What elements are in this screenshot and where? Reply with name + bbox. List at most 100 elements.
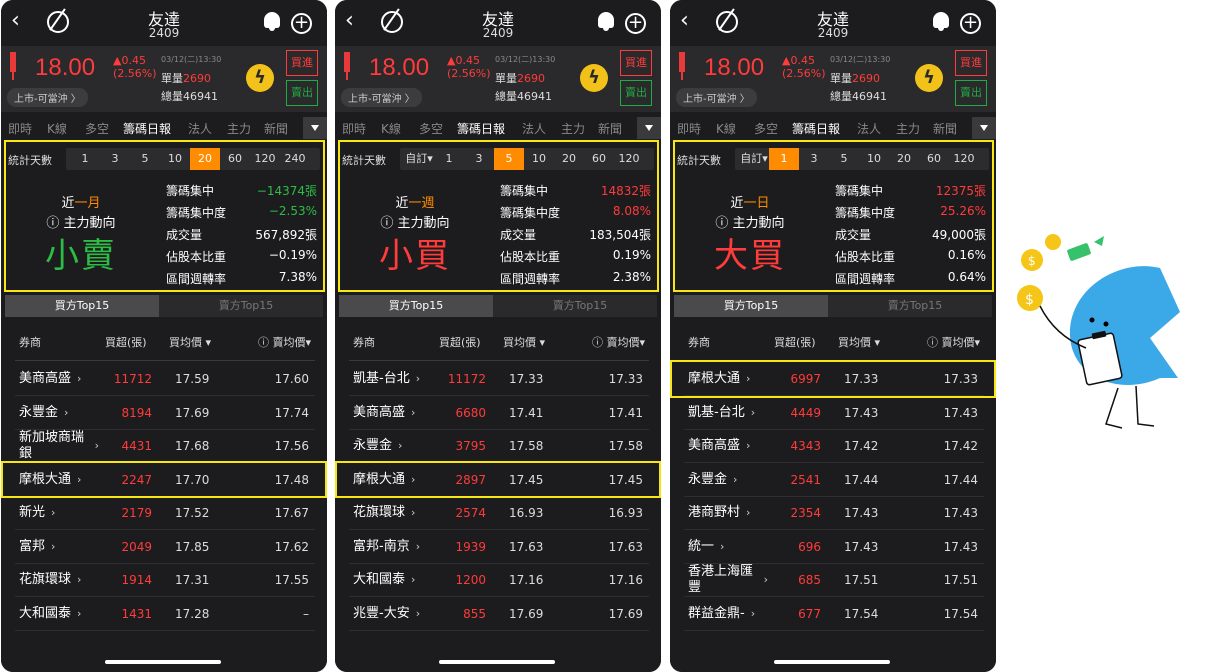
day-option[interactable]: 5 [130,148,160,170]
col-net-buy[interactable]: 買超(張) [439,334,481,350]
tab-item[interactable]: 即時 [677,120,701,137]
buy-button[interactable]: 買進 [286,50,318,76]
home-indicator[interactable] [105,660,221,664]
day-option[interactable]: 10 [160,148,190,170]
broker-name[interactable]: 新光 › [19,496,99,530]
day-option[interactable]: 120 [250,148,280,170]
day-option[interactable]: 60 [220,148,250,170]
sell-button[interactable]: 賣出 [620,80,652,106]
day-option[interactable]: 120 [614,148,644,170]
table-row[interactable]: 兆豐-大安 › 855 17.69 17.69 [335,597,661,631]
broker-name[interactable]: 統一 › [688,530,768,564]
day-option[interactable]: 20 [554,148,584,170]
day-option[interactable]: 240 [280,148,310,170]
broker-name[interactable]: 香港上海匯豐 › [688,563,768,597]
day-option[interactable]: 自訂▾ [404,148,434,170]
broker-name[interactable]: 美商高盛 › [353,396,433,430]
tab-seller-top15[interactable]: 賣方Top15 [503,295,657,317]
bolt-icon[interactable]: ϟ [915,64,943,92]
col-sell-avg[interactable]: ⓘ 賣均價▾ [258,334,311,350]
table-row[interactable]: 美商高盛 › 11712 17.59 17.60 [1,362,327,396]
market-badge[interactable]: 上市-可當沖 〉 [341,88,422,107]
add-icon[interactable]: + [960,13,981,34]
day-option[interactable]: 自訂▾ [739,148,769,170]
table-row[interactable]: 永豐金 › 2541 17.44 17.44 [670,463,996,497]
col-buy-avg[interactable]: 買均價 ▾ [838,334,880,350]
bolt-icon[interactable]: ϟ [246,64,274,92]
tab-item[interactable]: 籌碼日報 [457,120,505,137]
tab-seller-top15[interactable]: 賣方Top15 [838,295,992,317]
tab-item[interactable]: K線 [381,120,401,137]
day-option[interactable]: 60 [919,148,949,170]
day-option[interactable]: 20 [889,148,919,170]
table-row[interactable]: 大和國泰 › 1200 17.16 17.16 [335,563,661,597]
col-sell-avg[interactable]: ⓘ 賣均價▾ [592,334,645,350]
table-row[interactable]: 花旗環球 › 2574 16.93 16.93 [335,496,661,530]
day-option[interactable]: 5 [829,148,859,170]
table-row[interactable]: 港商野村 › 2354 17.43 17.43 [670,496,996,530]
add-icon[interactable]: + [625,13,646,34]
tab-item[interactable]: 新聞 [264,120,288,137]
table-row[interactable]: 花旗環球 › 1914 17.31 17.55 [1,563,327,597]
market-badge[interactable]: 上市-可當沖 〉 [7,88,88,107]
table-row[interactable]: 凱基-台北 › 4449 17.43 17.43 [670,396,996,430]
broker-name[interactable]: 凱基-台北 › [688,396,768,430]
bolt-icon[interactable]: ϟ [580,64,608,92]
table-row[interactable]: 群益金鼎- › 677 17.54 17.54 [670,597,996,631]
col-buy-avg[interactable]: 買均價 ▾ [503,334,545,350]
broker-name[interactable]: 花旗環球 › [19,563,99,597]
add-icon[interactable]: + [291,13,312,34]
tab-item[interactable]: 多空 [85,120,109,137]
market-badge[interactable]: 上市-可當沖 〉 [676,88,757,107]
table-row[interactable]: 凱基-台北 › 11172 17.33 17.33 [335,362,661,396]
home-indicator[interactable] [439,660,555,664]
tab-buyer-top15[interactable]: 買方Top15 [5,295,159,317]
tab-buyer-top15[interactable]: 買方Top15 [674,295,828,317]
buy-button[interactable]: 買進 [955,50,987,76]
buy-button[interactable]: 買進 [620,50,652,76]
broker-name[interactable]: 永豐金 › [353,429,433,463]
table-row[interactable]: 美商高盛 › 4343 17.42 17.42 [670,429,996,463]
day-option[interactable]: 60 [584,148,614,170]
day-option[interactable]: 20 [190,148,220,170]
col-sell-avg[interactable]: ⓘ 賣均價▾ [927,334,980,350]
col-net-buy[interactable]: 買超(張) [774,334,816,350]
col-buy-avg[interactable]: 買均價 ▾ [169,334,211,350]
tab-item[interactable]: 新聞 [933,120,957,137]
tab-item[interactable]: K線 [47,120,67,137]
sell-button[interactable]: 賣出 [955,80,987,106]
day-option[interactable]: 1 [434,148,464,170]
tab-item[interactable]: 主力 [561,120,585,137]
broker-name[interactable]: 富邦 › [19,530,99,564]
day-option[interactable]: 120 [949,148,979,170]
tab-item[interactable]: 即時 [342,120,366,137]
tab-item[interactable]: 法人 [522,120,546,137]
tab-item[interactable]: K線 [716,120,736,137]
broker-name[interactable]: 港商野村 › [688,496,768,530]
day-option[interactable]: 3 [464,148,494,170]
table-row[interactable]: 富邦-南京 › 1939 17.63 17.63 [335,530,661,564]
day-option[interactable]: 10 [859,148,889,170]
broker-name[interactable]: 富邦-南京 › [353,530,433,564]
tab-item[interactable]: 籌碼日報 [792,120,840,137]
broker-name[interactable]: 花旗環球 › [353,496,433,530]
day-option[interactable]: 3 [799,148,829,170]
broker-name[interactable]: 永豐金 › [19,396,99,430]
bell-icon[interactable] [264,12,280,31]
tab-item[interactable]: 主力 [896,120,920,137]
tab-item[interactable]: 新聞 [598,120,622,137]
more-tabs-icon[interactable] [972,117,996,139]
tab-item[interactable]: 多空 [419,120,443,137]
table-row[interactable]: 大和國泰 › 1431 17.28 – [1,597,327,631]
broker-name[interactable]: 美商高盛 › [688,429,768,463]
broker-name[interactable]: 美商高盛 › [19,362,99,396]
more-tabs-icon[interactable] [303,117,327,139]
tab-item[interactable]: 主力 [227,120,251,137]
tab-item[interactable]: 即時 [8,120,32,137]
broker-name[interactable]: 大和國泰 › [19,597,99,631]
table-row[interactable]: 永豐金 › 3795 17.58 17.58 [335,429,661,463]
tab-seller-top15[interactable]: 賣方Top15 [169,295,323,317]
tab-item[interactable]: 多空 [754,120,778,137]
broker-name[interactable]: 群益金鼎- › [688,597,768,631]
tab-buyer-top15[interactable]: 買方Top15 [339,295,493,317]
